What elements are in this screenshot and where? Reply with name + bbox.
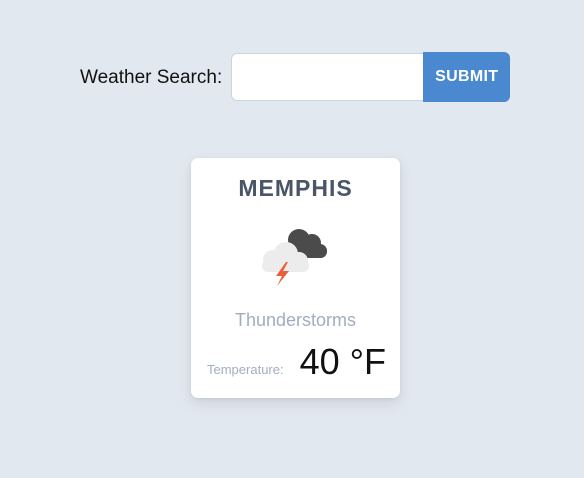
- weather-condition: Thunderstorms: [234, 310, 357, 330]
- temperature-label: Temperature:: [207, 362, 284, 377]
- weather-search-form: Weather Search: SUBMIT: [80, 52, 511, 102]
- thunderstorm-cloud-icon: [262, 229, 327, 286]
- city-name: MEMPHIS: [238, 175, 353, 201]
- weather-card: MEMPHIS Thunderstorms Temperature: 40 °F: [191, 158, 400, 398]
- submit-button[interactable]: SUBMIT: [423, 52, 511, 102]
- search-label: Weather Search:: [80, 66, 223, 88]
- temperature-value: 40 °F: [299, 341, 386, 382]
- temperature-row: Temperature: 40 °F: [207, 341, 386, 382]
- search-input[interactable]: [231, 53, 424, 101]
